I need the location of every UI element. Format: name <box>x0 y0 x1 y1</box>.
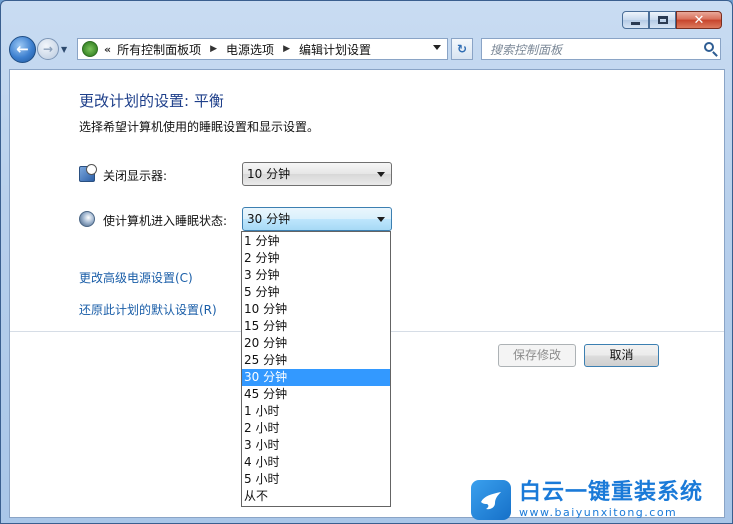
dropdown-option[interactable]: 20 分钟 <box>242 335 390 352</box>
dropdown-option[interactable]: 5 小时 <box>242 471 390 488</box>
watermark-name: 白云一键重装系统 <box>519 480 704 505</box>
turn-off-display-label: 关闭显示器: <box>103 169 168 183</box>
dropdown-option[interactable]: 4 小时 <box>242 454 390 471</box>
back-button[interactable]: ← <box>9 35 36 63</box>
sleep-value: 30 分钟 <box>247 212 291 226</box>
watermark-logo: 白云一键重装系统 www.baiyunxitong.com <box>471 474 733 524</box>
search-placeholder: 搜索控制面板 <box>490 42 563 57</box>
refresh-button[interactable]: ↻ <box>451 38 473 60</box>
sleep-options-dropdown[interactable]: 1 分钟 2 分钟 3 分钟 5 分钟 10 分钟 15 分钟 20 分钟 25… <box>241 231 391 507</box>
watermark-url: www.baiyunxitong.com <box>519 506 678 519</box>
search-icon[interactable] <box>704 42 714 52</box>
forward-arrow-icon: → <box>42 42 54 56</box>
dropdown-option[interactable]: 1 小时 <box>242 403 390 420</box>
watermark-text: 白云一键重装系统 www.baiyunxitong.com <box>519 480 703 519</box>
chevron-down-icon <box>377 217 385 222</box>
restore-defaults-link[interactable]: 还原此计划的默认设置(R) <box>79 301 217 318</box>
window: ✕ ← → ▼ « 所有控制面板项 ▶ 电源选项 ▶ 编辑计划设置 ↻ 搜索控制… <box>0 0 733 524</box>
breadcrumb-separator-icon[interactable]: ▶ <box>210 44 217 54</box>
navigation-bar: ← → ▼ « 所有控制面板项 ▶ 电源选项 ▶ 编辑计划设置 ↻ 搜索控制面板 <box>9 35 724 63</box>
sleep-moon-icon <box>79 211 95 227</box>
refresh-icon: ↻ <box>456 42 468 56</box>
page-subtitle: 选择希望计算机使用的睡眠设置和显示设置。 <box>79 120 320 134</box>
dropdown-option[interactable]: 3 小时 <box>242 437 390 454</box>
maximize-icon <box>657 16 668 24</box>
turn-off-display-select[interactable]: 10 分钟 <box>242 162 392 186</box>
address-dropdown-icon[interactable] <box>433 45 441 50</box>
dropdown-option[interactable]: 从不 <box>242 488 390 505</box>
bird-logo-svg <box>481 491 501 509</box>
dropdown-option[interactable]: 1 分钟 <box>242 233 390 250</box>
bird-logo-icon <box>471 479 511 520</box>
monitor-clock-icon <box>79 164 97 182</box>
sleep-select[interactable]: 30 分钟 <box>242 207 392 231</box>
close-button[interactable]: ✕ <box>676 11 722 29</box>
chevron-down-icon <box>377 172 385 177</box>
sleep-label: 使计算机进入睡眠状态: <box>103 214 228 228</box>
page-title: 更改计划的设置: 平衡 <box>79 92 224 110</box>
back-arrow-icon: ← <box>16 40 29 58</box>
turn-off-display-value: 10 分钟 <box>247 167 291 181</box>
advanced-power-settings-link[interactable]: 更改高级电源设置(C) <box>79 269 193 286</box>
breadcrumb-all-items[interactable]: 所有控制面板项 <box>117 41 201 58</box>
address-bar[interactable]: « 所有控制面板项 ▶ 电源选项 ▶ 编辑计划设置 <box>77 38 448 60</box>
close-icon: ✕ <box>693 12 705 28</box>
minimize-button[interactable] <box>622 11 649 29</box>
forward-button[interactable]: → <box>37 38 59 60</box>
minimize-icon <box>631 21 640 25</box>
dropdown-option[interactable]: 15 分钟 <box>242 318 390 335</box>
dropdown-option[interactable]: 2 分钟 <box>242 250 390 267</box>
recent-pages-dropdown[interactable]: ▼ <box>61 45 73 54</box>
dropdown-option[interactable]: 10 分钟 <box>242 301 390 318</box>
save-changes-button[interactable]: 保存修改 <box>498 344 576 367</box>
dropdown-option[interactable]: 2 小时 <box>242 420 390 437</box>
dropdown-option[interactable]: 3 分钟 <box>242 267 390 284</box>
breadcrumb-separator-icon[interactable]: ▶ <box>283 44 290 54</box>
breadcrumb-edit-plan[interactable]: 编辑计划设置 <box>299 41 371 58</box>
dropdown-option[interactable]: 45 分钟 <box>242 386 390 403</box>
chevron-down-icon: ▼ <box>61 44 68 54</box>
maximize-button[interactable] <box>649 11 676 29</box>
dropdown-option-selected[interactable]: 30 分钟 <box>242 369 390 386</box>
breadcrumb-power-options[interactable]: 电源选项 <box>226 41 274 58</box>
dropdown-option[interactable]: 25 分钟 <box>242 352 390 369</box>
dropdown-option[interactable]: 5 分钟 <box>242 284 390 301</box>
address-overflow-chevron[interactable]: « <box>104 43 111 56</box>
search-input[interactable]: 搜索控制面板 <box>481 38 721 60</box>
cancel-button[interactable]: 取消 <box>584 344 659 367</box>
caption-buttons: ✕ <box>622 11 722 29</box>
control-panel-icon <box>82 41 98 57</box>
